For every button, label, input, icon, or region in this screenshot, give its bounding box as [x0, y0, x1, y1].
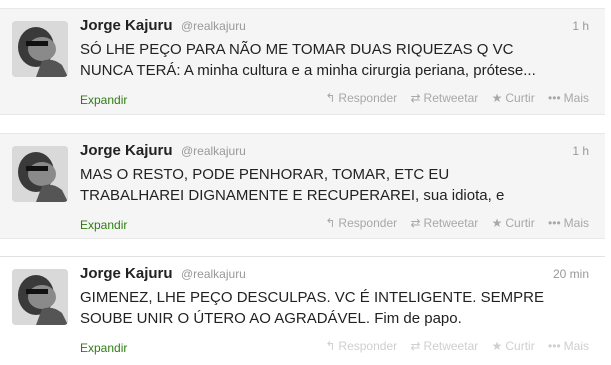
avatar[interactable] [12, 146, 68, 202]
retweet-button[interactable]: ⇄ Retweetar [410, 216, 478, 230]
retweet-icon: ⇄ [410, 339, 421, 353]
expand-link[interactable]: Expandir [80, 341, 127, 355]
profile-photo-icon [12, 269, 68, 325]
favorite-label: Curtir [505, 339, 535, 353]
tweet-footer: Expandir ↰ Responder ⇄ Retweetar ★ Curtir •… [80, 91, 589, 109]
tweet-footer: Expandir ↰ Responder ⇄ Retweetar ★ Curtir •… [80, 339, 589, 357]
avatar[interactable] [12, 21, 68, 77]
more-dots-icon: ••• [548, 339, 561, 353]
author-name[interactable]: Jorge Kajuru [80, 265, 173, 282]
tweet-header: Jorge Kajuru @realkajuru 20 min [80, 265, 589, 285]
more-button[interactable]: ••• Mais [548, 91, 589, 105]
tweet-header: Jorge Kajuru @realkajuru 1 h [80, 17, 589, 37]
reply-arrow-icon: ↰ [325, 91, 336, 105]
author-handle[interactable]: @realkajuru [181, 267, 246, 281]
author-name[interactable]: Jorge Kajuru [80, 142, 173, 159]
retweet-icon: ⇄ [410, 216, 421, 230]
reply-arrow-icon: ↰ [325, 216, 336, 230]
more-button[interactable]: ••• Mais [548, 339, 589, 353]
favorite-button[interactable]: ★ Curtir [492, 91, 535, 105]
favorite-button[interactable]: ★ Curtir [492, 216, 535, 230]
tweet-item[interactable]: Jorge Kajuru @realkajuru 1 h SÓ LHE PEÇO… [0, 8, 605, 115]
favorite-button[interactable]: ★ Curtir [492, 339, 535, 353]
tweet-item[interactable]: Jorge Kajuru @realkajuru 1 h MAS O RESTO… [0, 133, 605, 239]
star-icon: ★ [491, 216, 503, 230]
tweet-text-line: SOUBE UNIR O ÚTERO AO AGRADÁVEL. Fim de … [80, 310, 462, 327]
retweet-label: Retweetar [423, 91, 479, 105]
reply-label: Responder [338, 91, 398, 105]
tweet-text-line: SÓ LHE PEÇO PARA NÃO ME TOMAR DUAS RIQUE… [80, 41, 514, 58]
retweet-label: Retweetar [423, 216, 479, 230]
more-label: Mais [563, 91, 589, 105]
star-icon: ★ [491, 339, 503, 353]
tweet-text: MAS O RESTO, PODE PENHORAR, TOMAR, ETC E… [80, 164, 589, 206]
star-icon: ★ [491, 91, 503, 105]
reply-label: Responder [338, 339, 398, 353]
tweet-text-line: NUNCA TERÁ: A minha cultura e a minha ci… [80, 62, 536, 79]
timestamp[interactable]: 1 h [572, 144, 589, 158]
expand-link[interactable]: Expandir [80, 93, 127, 107]
reply-button[interactable]: ↰ Responder [325, 91, 397, 105]
author-handle[interactable]: @realkajuru [181, 144, 246, 158]
reply-label: Responder [338, 216, 398, 230]
favorite-label: Curtir [505, 216, 535, 230]
tweet-text-line: MAS O RESTO, PODE PENHORAR, TOMAR, ETC E… [80, 166, 450, 183]
avatar[interactable] [12, 269, 68, 325]
timestamp[interactable]: 20 min [553, 267, 589, 281]
more-label: Mais [563, 339, 589, 353]
reply-button[interactable]: ↰ Responder [325, 339, 397, 353]
tweet-text-line: GIMENEZ, LHE PEÇO DESCULPAS. VC É INTELI… [80, 289, 544, 306]
more-dots-icon: ••• [548, 91, 561, 105]
tweet-footer: Expandir ↰ Responder ⇄ Retweetar ★ Curtir •… [80, 216, 589, 234]
timestamp[interactable]: 1 h [572, 19, 589, 33]
retweet-label: Retweetar [423, 339, 479, 353]
more-label: Mais [563, 216, 589, 230]
tweet-actions: ↰ Responder ⇄ Retweetar ★ Curtir ••• Mais [315, 339, 589, 353]
tweet-text: GIMENEZ, LHE PEÇO DESCULPAS. VC É INTELI… [80, 287, 589, 329]
tweet-actions: ↰ Responder ⇄ Retweetar ★ Curtir ••• Mais [315, 216, 589, 230]
author-handle[interactable]: @realkajuru [181, 19, 246, 33]
retweet-icon: ⇄ [410, 91, 421, 105]
tweet-header: Jorge Kajuru @realkajuru 1 h [80, 142, 589, 162]
author-name[interactable]: Jorge Kajuru [80, 17, 173, 34]
more-dots-icon: ••• [548, 216, 561, 230]
tweet-text: SÓ LHE PEÇO PARA NÃO ME TOMAR DUAS RIQUE… [80, 39, 589, 81]
tweet-text-line: TRABALHAREI DIGNAMENTE E RECUPERAREI, su… [80, 187, 505, 204]
tweet-item[interactable]: Jorge Kajuru @realkajuru 20 min GIMENEZ,… [0, 256, 605, 365]
reply-button[interactable]: ↰ Responder [325, 216, 397, 230]
expand-link[interactable]: Expandir [80, 218, 127, 232]
reply-arrow-icon: ↰ [325, 339, 336, 353]
tweet-actions: ↰ Responder ⇄ Retweetar ★ Curtir ••• Mais [315, 91, 589, 105]
retweet-button[interactable]: ⇄ Retweetar [410, 91, 478, 105]
more-button[interactable]: ••• Mais [548, 216, 589, 230]
retweet-button[interactable]: ⇄ Retweetar [410, 339, 478, 353]
profile-photo-icon [12, 21, 68, 77]
profile-photo-icon [12, 146, 68, 202]
favorite-label: Curtir [505, 91, 535, 105]
